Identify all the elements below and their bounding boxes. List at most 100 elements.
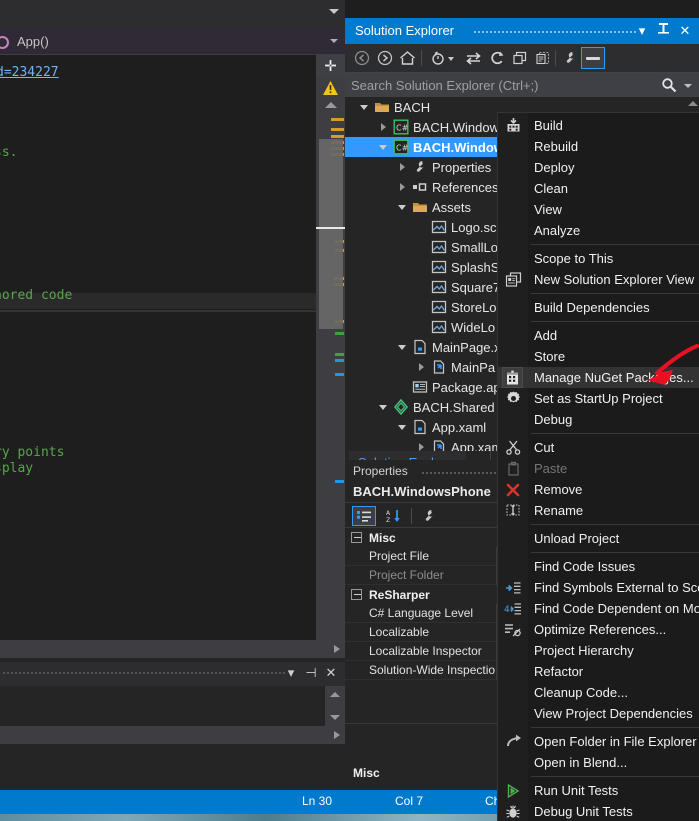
scroll-right-icon[interactable] <box>334 731 340 739</box>
warning-icon[interactable] <box>323 81 338 95</box>
chevron-right-icon[interactable] <box>376 117 390 137</box>
svg-text:C#: C# <box>396 144 409 153</box>
pin-icon[interactable]: ⊣ <box>303 665 319 681</box>
menu-item-optimize-references[interactable]: Optimize References... <box>498 619 699 640</box>
sync-with-active-document-icon[interactable] <box>463 48 484 68</box>
bottom-pane-vertical-scrollbar[interactable] <box>325 686 345 726</box>
bottom-pane-titlebar[interactable]: ▾ ⊣ ✕ <box>0 662 345 684</box>
menu-item-rebuild[interactable]: Rebuild <box>498 136 699 157</box>
menu-item-analyze[interactable]: Analyze <box>498 220 699 241</box>
chevron-down-icon[interactable] <box>357 97 371 117</box>
menu-item-find-code-issues[interactable]: Find Code Issues <box>498 556 699 577</box>
search-bar[interactable] <box>345 72 699 98</box>
menu-item-open-in-blend[interactable]: Open in Blend... <box>498 752 699 773</box>
toolbar-separator <box>555 50 556 66</box>
search-input[interactable] <box>351 73 651 98</box>
close-icon[interactable]: ✕ <box>323 665 339 681</box>
collapse-minus-icon[interactable] <box>351 532 362 543</box>
chevron-down-icon[interactable] <box>684 84 692 88</box>
chevron-down-icon[interactable]: ▾ <box>283 665 299 681</box>
project-context-menu[interactable]: Build Rebuild Deploy Clean View Analyze Scope … <box>497 112 699 821</box>
tree-item-label: References <box>432 179 499 195</box>
menu-item-open-folder-in-file-explorer[interactable]: Open Folder in File Explorer <box>498 731 699 752</box>
chevron-down-icon[interactable] <box>395 417 409 437</box>
chevron-right-icon[interactable] <box>395 157 409 177</box>
code-text-area[interactable]: d=234227 ss. nored code ry pointssplay <box>0 55 316 660</box>
menu-item-build[interactable]: Build <box>498 115 699 136</box>
menu-item-view-project-dependencies[interactable]: View Project Dependencies <box>498 703 699 724</box>
back-icon[interactable] <box>351 48 372 68</box>
menu-item-label: Set as StartUp Project <box>534 391 663 406</box>
menu-item-cleanup-code[interactable]: Cleanup Code... <box>498 682 699 703</box>
search-icon[interactable] <box>661 77 677 93</box>
scroll-down-icon[interactable] <box>330 715 340 720</box>
menu-item-run-unit-tests[interactable]: Run Unit Tests <box>498 780 699 801</box>
collapse-minus-icon[interactable] <box>351 589 362 600</box>
menu-item-manage-nuget-packages[interactable]: Manage NuGet Packages... <box>498 367 699 388</box>
chevron-down-icon[interactable] <box>330 39 338 43</box>
chevron-down-icon[interactable] <box>395 197 409 217</box>
menu-item-label: Cleanup Code... <box>534 685 628 700</box>
pin-icon[interactable] <box>654 22 672 40</box>
scroll-up-icon[interactable] <box>325 102 337 108</box>
property-pages-wrench-icon[interactable] <box>418 506 440 526</box>
chevron-down-icon[interactable] <box>329 9 339 14</box>
chevron-down-icon[interactable] <box>376 397 390 417</box>
editor-horizontal-scrollbar[interactable] <box>0 640 345 658</box>
pending-changes-icon[interactable] <box>429 48 459 68</box>
scroll-up-icon[interactable] <box>688 101 698 106</box>
vertical-scrollbar-thumb[interactable] <box>319 139 343 329</box>
menu-item-find-symbols-external-to-scope[interactable]: Find Symbols External to Scope <box>498 577 699 598</box>
chevron-down-icon[interactable] <box>395 337 409 357</box>
chevron-down-icon[interactable]: ▾ <box>633 22 651 40</box>
menu-item-new-solution-explorer-view[interactable]: New Solution Explorer View <box>498 269 699 290</box>
menu-item-deploy[interactable]: Deploy <box>498 157 699 178</box>
menu-item-view[interactable]: View <box>498 199 699 220</box>
menu-item-clean[interactable]: Clean <box>498 178 699 199</box>
show-all-files-icon[interactable] <box>532 48 553 68</box>
properties-window-icon[interactable] <box>581 47 605 69</box>
menu-item-cut[interactable]: Cut <box>498 437 699 458</box>
menu-item-refactor[interactable]: Refactor <box>498 661 699 682</box>
map-margin-mark <box>331 118 344 121</box>
menu-separator <box>531 776 699 777</box>
scroll-up-icon[interactable] <box>330 692 340 697</box>
bottom-pane-content[interactable] <box>0 686 345 726</box>
menu-item-rename[interactable]: Rename <box>498 500 699 521</box>
optimize-references-icon <box>503 620 523 640</box>
menu-item-remove[interactable]: Remove <box>498 479 699 500</box>
menu-item-project-hierarchy[interactable]: Project Hierarchy <box>498 640 699 661</box>
menu-item-build-dependencies[interactable]: Build Dependencies <box>498 297 699 318</box>
scroll-right-icon[interactable] <box>334 645 340 653</box>
split-drag-handle[interactable]: ✛ <box>316 55 345 77</box>
collapse-all-icon[interactable] <box>509 48 530 68</box>
menu-item-store[interactable]: Store <box>498 346 699 367</box>
tree-item-label: Properties <box>432 159 492 175</box>
close-icon[interactable]: ✕ <box>676 22 694 40</box>
chevron-right-icon[interactable] <box>414 357 428 377</box>
menu-item-unload-project[interactable]: Unload Project <box>498 528 699 549</box>
alphabetical-sort-icon[interactable]: AZ <box>381 506 405 526</box>
status-bar-cell: Ln 30 <box>302 794 333 808</box>
menu-item-add[interactable]: Add <box>498 325 699 346</box>
bottom-pane-horizontal-scrollbar[interactable] <box>0 726 345 744</box>
menu-item-debug[interactable]: Debug <box>498 409 699 430</box>
editor-scrollbar-map-margin[interactable]: ✛ <box>316 55 345 660</box>
properties-wrench-icon[interactable] <box>559 48 580 68</box>
menu-item-scope-to-this[interactable]: Scope to This <box>498 248 699 269</box>
menu-item-find-code-dependent-on-modu[interactable]: 4 Find Code Dependent on Modu <box>498 598 699 619</box>
solution-explorer-titlebar[interactable]: Solution Explorer ▾ ✕ <box>345 18 699 44</box>
svg-text:4: 4 <box>504 605 510 615</box>
categorized-icon[interactable] <box>352 506 376 526</box>
property-name: Localizable Inspector <box>369 644 482 658</box>
refresh-icon[interactable] <box>486 48 507 68</box>
menu-item-set-as-startup-project[interactable]: Set as StartUp Project <box>498 388 699 409</box>
menu-item-debug-unit-tests[interactable]: Debug Unit Tests <box>498 801 699 821</box>
home-icon[interactable] <box>397 48 418 68</box>
chevron-right-icon[interactable] <box>395 177 409 197</box>
forward-icon[interactable] <box>374 48 395 68</box>
chevron-right-icon[interactable] <box>414 437 428 451</box>
references-icon <box>412 179 428 195</box>
editor-navigation-bar[interactable]: App() <box>0 28 345 55</box>
chevron-down-icon[interactable] <box>376 137 390 157</box>
